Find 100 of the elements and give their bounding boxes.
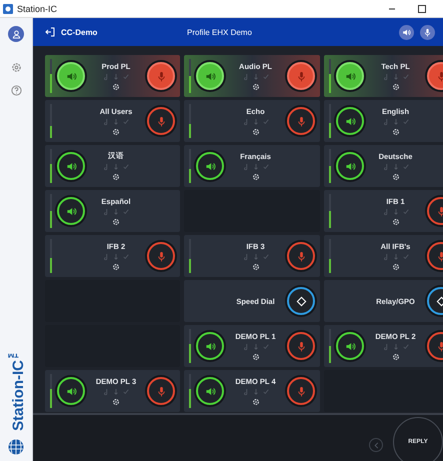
listen-button[interactable] bbox=[336, 332, 364, 360]
talk-button[interactable] bbox=[287, 332, 315, 360]
user-avatar[interactable] bbox=[8, 26, 24, 42]
maximize-icon[interactable] bbox=[417, 4, 427, 14]
globe-logo-icon bbox=[8, 439, 24, 455]
talk-button[interactable] bbox=[147, 107, 175, 135]
help-icon[interactable] bbox=[10, 85, 22, 96]
microphone-icon bbox=[296, 250, 306, 262]
check-icon bbox=[402, 164, 408, 170]
note-icon bbox=[382, 254, 388, 260]
check-icon bbox=[262, 254, 268, 260]
gear-icon[interactable] bbox=[112, 82, 120, 90]
note-icon bbox=[382, 118, 388, 124]
note-icon bbox=[242, 344, 248, 350]
down-arrow-icon bbox=[252, 344, 258, 350]
gear-icon[interactable] bbox=[392, 82, 400, 90]
speaker-icon bbox=[204, 340, 216, 352]
microphone-icon bbox=[156, 70, 166, 82]
gear-icon[interactable] bbox=[112, 218, 120, 226]
note-icon bbox=[242, 254, 248, 260]
talk-button[interactable] bbox=[287, 62, 315, 90]
check-icon bbox=[402, 74, 408, 80]
gear-icon[interactable] bbox=[392, 262, 400, 270]
microphone-button[interactable] bbox=[420, 24, 435, 40]
gear-icon[interactable] bbox=[252, 398, 260, 406]
talk-button[interactable] bbox=[287, 107, 315, 135]
listen-button[interactable] bbox=[57, 377, 85, 405]
talk-button[interactable] bbox=[287, 242, 315, 270]
check-icon bbox=[402, 118, 408, 124]
microphone-icon bbox=[296, 340, 306, 352]
talk-button[interactable] bbox=[147, 377, 175, 405]
gear-icon[interactable] bbox=[112, 262, 120, 270]
note-icon bbox=[103, 74, 109, 80]
talk-button[interactable] bbox=[147, 62, 175, 90]
down-arrow-icon bbox=[392, 74, 398, 80]
gear-icon[interactable] bbox=[252, 82, 260, 90]
listen-button[interactable] bbox=[196, 377, 224, 405]
gear-icon[interactable] bbox=[252, 262, 260, 270]
profile-name: Profile EHX Demo bbox=[187, 28, 253, 36]
speaker-icon bbox=[344, 340, 356, 352]
check-icon bbox=[123, 118, 129, 124]
down-arrow-icon bbox=[392, 254, 398, 260]
gear-icon[interactable] bbox=[112, 173, 120, 181]
speaker-icon bbox=[402, 28, 411, 36]
listen-button[interactable] bbox=[57, 152, 85, 180]
listen-button[interactable] bbox=[196, 152, 224, 180]
speaker-button[interactable] bbox=[399, 24, 414, 40]
listen-button[interactable] bbox=[336, 152, 364, 180]
note-icon bbox=[103, 388, 109, 394]
settings-icon[interactable] bbox=[10, 62, 22, 73]
down-arrow-icon bbox=[113, 254, 119, 260]
note-icon bbox=[242, 388, 248, 394]
down-arrow-icon bbox=[252, 164, 258, 170]
check-icon bbox=[402, 254, 408, 260]
logout-icon[interactable] bbox=[45, 27, 55, 37]
talk-button[interactable] bbox=[287, 377, 315, 405]
down-arrow-icon bbox=[113, 388, 119, 394]
check-icon bbox=[123, 208, 129, 214]
note-icon bbox=[242, 74, 248, 80]
gear-icon[interactable] bbox=[392, 218, 400, 226]
speaker-icon bbox=[204, 386, 216, 396]
speaker-icon bbox=[204, 160, 216, 172]
note-icon bbox=[103, 254, 109, 260]
gear-icon[interactable] bbox=[252, 128, 260, 136]
check-icon bbox=[402, 208, 408, 214]
gear-icon[interactable] bbox=[112, 128, 120, 136]
microphone-icon bbox=[156, 386, 166, 396]
gear-icon[interactable] bbox=[392, 128, 400, 136]
down-arrow-icon bbox=[392, 208, 398, 214]
microphone-icon bbox=[156, 250, 166, 262]
speaker-icon bbox=[66, 386, 76, 396]
listen-button[interactable] bbox=[57, 62, 85, 90]
person-icon bbox=[12, 30, 20, 38]
check-icon bbox=[262, 388, 268, 394]
listen-button[interactable] bbox=[196, 62, 224, 90]
gear-icon[interactable] bbox=[392, 172, 400, 180]
listen-button[interactable] bbox=[336, 107, 364, 135]
note-icon bbox=[382, 208, 388, 214]
note-icon bbox=[103, 164, 109, 170]
listen-button[interactable] bbox=[57, 197, 85, 225]
speaker-icon bbox=[66, 160, 76, 172]
gear-icon[interactable] bbox=[252, 352, 260, 360]
listen-button[interactable] bbox=[196, 332, 224, 360]
speaker-icon bbox=[344, 160, 356, 172]
listen-button[interactable] bbox=[336, 62, 364, 90]
gear-icon[interactable] bbox=[252, 172, 260, 180]
gear-icon[interactable] bbox=[392, 352, 400, 360]
speed-dial-button[interactable] bbox=[287, 287, 315, 315]
note-icon bbox=[382, 74, 388, 80]
gear-icon[interactable] bbox=[112, 398, 120, 406]
talk-button[interactable] bbox=[147, 242, 175, 270]
down-arrow-icon bbox=[392, 164, 398, 170]
down-arrow-icon bbox=[252, 118, 258, 124]
app-icon bbox=[3, 4, 13, 14]
microphone-icon bbox=[296, 116, 306, 126]
down-arrow-icon bbox=[252, 74, 258, 80]
note-icon bbox=[382, 344, 388, 350]
check-icon bbox=[123, 164, 129, 170]
check-icon bbox=[123, 254, 129, 260]
account-name: CC-Demo bbox=[61, 28, 98, 36]
